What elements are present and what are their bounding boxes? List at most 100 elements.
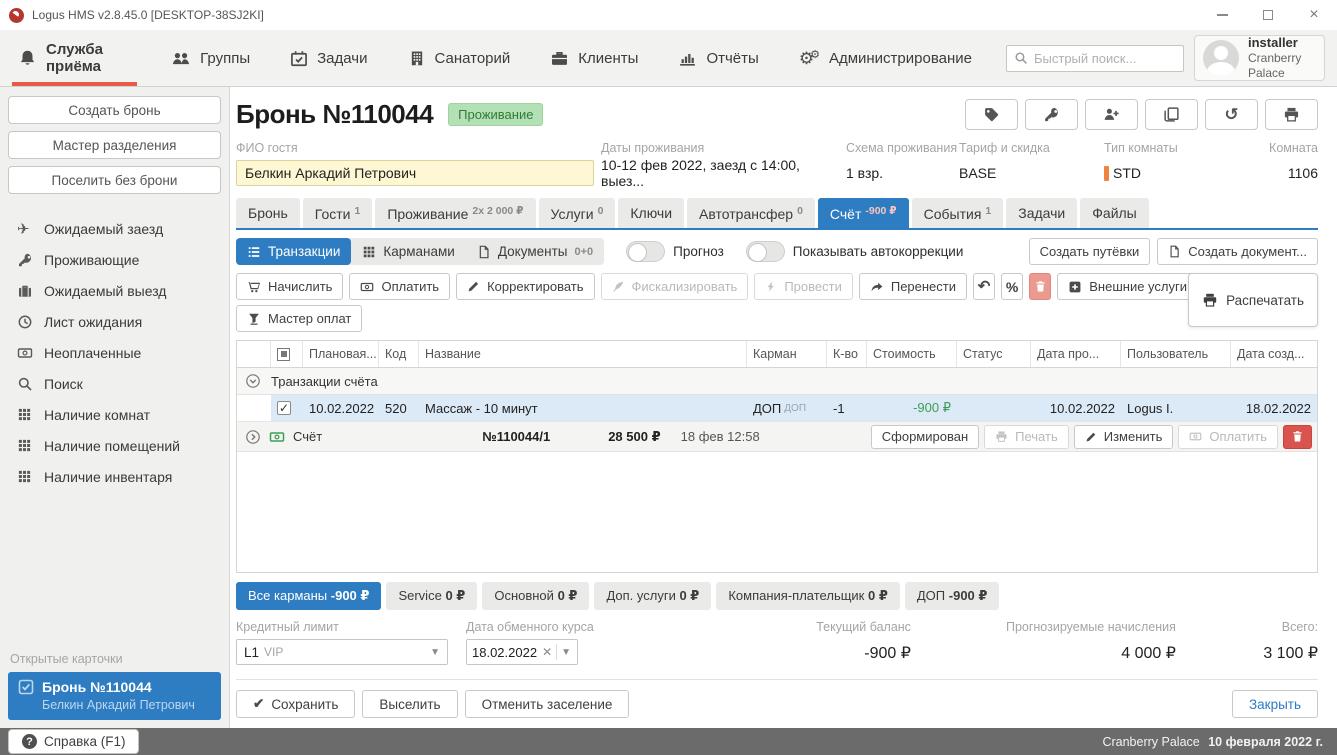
nav-administration[interactable]: ⚙⚙ Администрирование [793,30,978,86]
create-voucher-button[interactable]: Создать путёвки [1028,238,1151,265]
undo-button[interactable]: ↶ [973,273,996,300]
clear-icon[interactable]: ✕ [542,645,552,659]
sidebar-item-in-house[interactable]: Проживающие [8,244,221,275]
view-pockets[interactable]: Карманами [351,238,465,265]
checkin-without-booking-button[interactable]: Поселить без брони [8,166,221,194]
column-cost[interactable]: Стоимость [867,341,957,367]
create-booking-button[interactable]: Создать бронь [8,96,221,124]
nav-tasks[interactable]: Задачи [284,30,373,86]
exchange-date-input[interactable]: 18.02.2022 ✕ ▼ [466,639,578,665]
invoice-delete-button[interactable] [1283,424,1312,449]
plus-square-icon [1068,280,1082,294]
fiscalize-button[interactable]: Фискализировать [600,273,749,300]
tab-events[interactable]: События 1 [911,198,1004,228]
print-account-button[interactable]: Распечатать [1188,273,1318,327]
tab-tasks[interactable]: Задачи [1006,198,1078,228]
invoice-pay-button[interactable]: Оплатить [1178,424,1278,449]
maximize-button[interactable] [1245,0,1291,30]
sidebar-item-expected-departure[interactable]: Ожидаемый выезд [8,275,221,306]
sidebar-item-room-availability[interactable]: Наличие комнат [8,399,221,430]
credit-limit-select[interactable]: L1 VIP ▼ [236,639,448,665]
cancel-checkin-button[interactable]: Отменить заселение [464,690,630,718]
sidebar-item-inventory-availability[interactable]: Наличие инвентаря [8,461,221,492]
expand-circle-icon[interactable] [245,429,261,445]
minimize-button[interactable] [1199,0,1245,30]
guest-name-input[interactable] [236,160,594,186]
sidebar-item-search[interactable]: Поиск [8,368,221,399]
pocket-main[interactable]: Основной 0 ₽ [482,582,590,610]
transfer-button[interactable]: Перенести [858,273,968,300]
forecast-toggle[interactable] [626,241,666,262]
tab-accommodation[interactable]: Проживание 2x 2 000 ₽ [375,198,536,228]
close-window-button[interactable]: × [1291,0,1337,30]
view-documents[interactable]: Документы 0+0 [466,238,604,265]
print-header-button[interactable] [1265,99,1318,130]
tab-booking[interactable]: Бронь [236,198,300,228]
tab-services[interactable]: Услуги 0 [538,198,616,228]
open-cards-label: Открытые карточки [10,652,123,666]
collapse-circle-icon [245,373,261,389]
pocket-extra-services[interactable]: Доп. услуги 0 ₽ [594,582,712,610]
sidebar-item-space-availability[interactable]: Наличие помещений [8,430,221,461]
pocket-service[interactable]: Service 0 ₽ [386,582,478,610]
open-card-booking[interactable]: Бронь №110044 Белкин Аркадий Петрович [8,672,221,720]
sidebar-item-unpaid[interactable]: Неоплаченные [8,337,221,368]
select-all-checkbox[interactable] [277,347,290,361]
correct-button[interactable]: Корректировать [456,273,595,300]
tags-button[interactable] [965,99,1018,130]
sidebar-item-expected-arrival[interactable]: ✈ Ожидаемый заезд [8,213,221,244]
column-name[interactable]: Название [419,341,747,367]
nav-front-desk[interactable]: Служба приёма [12,30,138,86]
history-button[interactable]: ↺ [1205,99,1258,130]
column-date-created[interactable]: Дата созд... [1231,341,1317,367]
invoice-row[interactable]: Счёт №110044/1 28 500 ₽ 18 фев 12:58 Сфо… [237,422,1317,452]
post-button[interactable]: Провести [754,273,853,300]
nav-reports[interactable]: Отчёты [672,30,764,86]
sidebar-item-waiting-list[interactable]: Лист ожидания [8,306,221,337]
nav-sanatorium[interactable]: Санаторий [402,30,517,86]
help-button[interactable]: ? Справка (F1) [8,729,140,754]
invoice-print-button[interactable]: Печать [984,424,1069,449]
tab-transfer[interactable]: Автотрансфер 0 [687,198,815,228]
user-panel[interactable]: installer Cranberry Palace [1193,35,1325,81]
pay-button[interactable]: Оплатить [349,273,451,300]
copy-button[interactable] [1145,99,1198,130]
external-services-button[interactable]: Внешние услуги [1057,273,1198,300]
invoice-edit-button[interactable]: Изменить [1073,424,1174,449]
discount-percent-button[interactable]: % [1001,273,1024,300]
nav-clients[interactable]: Клиенты [544,30,644,86]
split-master-button[interactable]: Мастер разделения [8,131,221,159]
row-checkbox[interactable]: ✓ [277,401,291,415]
column-planned[interactable]: Плановая... [303,341,379,367]
charge-button[interactable]: Начислить [236,273,344,300]
tab-guests[interactable]: Гости 1 [302,198,373,228]
create-document-button[interactable]: Создать документ... [1157,238,1318,265]
tab-files[interactable]: Файлы [1080,198,1149,228]
autocorrections-toggle[interactable] [745,241,785,262]
keys-button[interactable] [1025,99,1078,130]
search-input[interactable] [1033,50,1176,66]
column-qty[interactable]: К-во [827,341,867,367]
pocket-dop[interactable]: ДОП -900 ₽ [904,582,1000,610]
save-button[interactable]: ✔ Сохранить [236,690,356,718]
column-status[interactable]: Статус [957,341,1031,367]
tab-account[interactable]: Счёт -900 ₽ [817,198,909,228]
pocket-payer-company[interactable]: Компания-плательщик 0 ₽ [716,582,900,610]
close-card-button[interactable]: Закрыть [1232,690,1318,718]
payment-master-button[interactable]: Мастер оплат [236,305,363,332]
invoice-status-button[interactable]: Сформирован [870,424,980,449]
transaction-row[interactable]: ✓ 10.02.2022 520 Массаж - 10 минут ДОП ДО… [237,395,1317,422]
pocket-all[interactable]: Все карманы -900 ₽ [236,582,382,610]
checkout-button[interactable]: Выселить [362,690,458,718]
delete-transaction-button[interactable] [1029,273,1052,300]
column-code[interactable]: Код [379,341,419,367]
column-user[interactable]: Пользователь [1121,341,1231,367]
add-guest-button[interactable] [1085,99,1138,130]
tab-keys[interactable]: Ключи [618,198,685,228]
view-transactions[interactable]: Транзакции [236,238,352,265]
nav-groups[interactable]: Группы [165,30,256,86]
group-row-account-transactions[interactable]: Транзакции счёта [237,368,1317,395]
chevron-down-icon[interactable]: ▼ [561,647,571,658]
column-pocket[interactable]: Карман [747,341,827,367]
column-date-posted[interactable]: Дата про... [1031,341,1121,367]
